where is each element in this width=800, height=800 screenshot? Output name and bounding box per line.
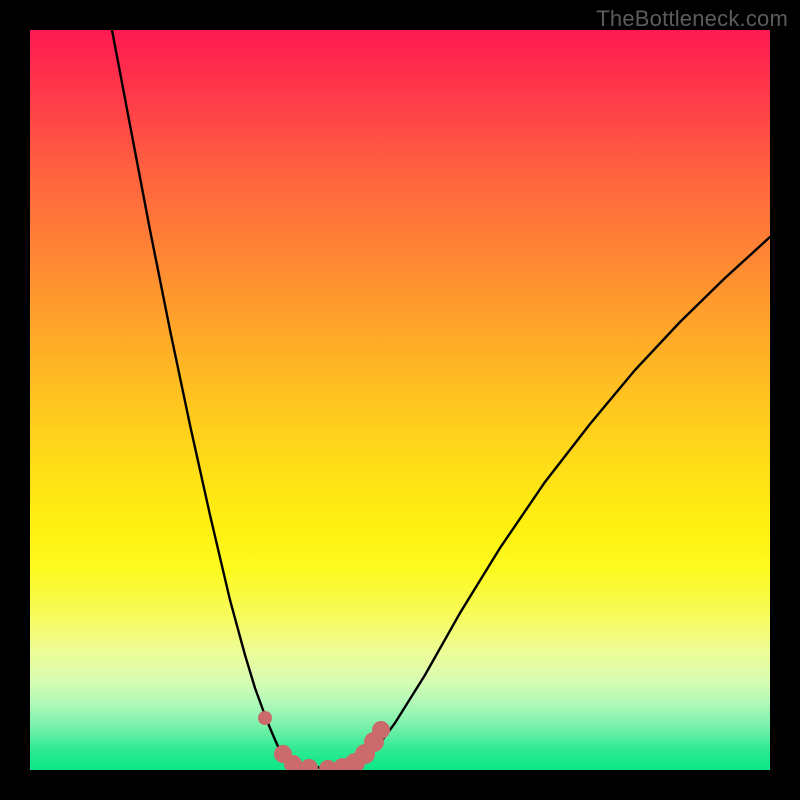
watermark-text: TheBottleneck.com — [596, 6, 788, 32]
trough-marker — [258, 711, 272, 725]
trough-marker — [300, 759, 318, 770]
bottleneck-curve — [112, 30, 770, 768]
plot-area — [30, 30, 770, 770]
chart-frame: TheBottleneck.com — [0, 0, 800, 800]
trough-markers — [258, 711, 390, 770]
trough-marker — [372, 721, 390, 739]
curve-svg — [30, 30, 770, 770]
